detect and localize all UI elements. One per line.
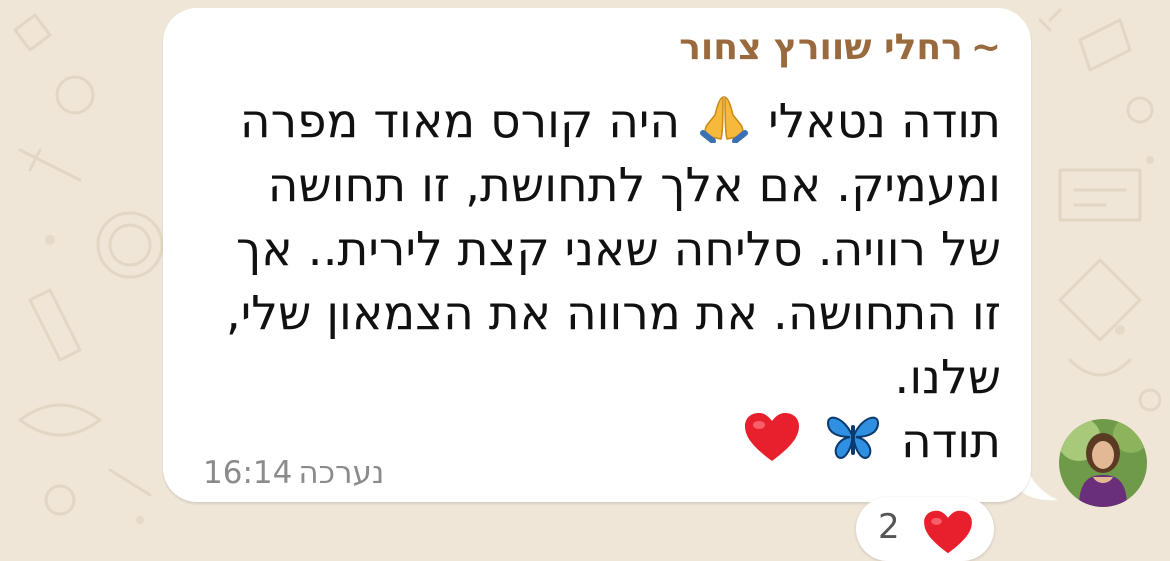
sender-name-row[interactable]: ~רחלי שוורץ צחור <box>679 30 1001 66</box>
message-line-1-text: תודה נטאלי <box>768 94 1001 149</box>
message-line-5: זו התחושה. את מרווה את הצמאון שלי, <box>225 286 1001 341</box>
message-meta: נערכה16:14 <box>203 458 384 489</box>
message-time: 16:14 <box>203 455 293 491</box>
sender-name[interactable]: רחלי שוורץ צחור <box>679 27 963 68</box>
message-text: תודה נטאלי היה קורס מאוד מפרה ומעמיק. אם… <box>201 90 1001 474</box>
message-line-2-text: היה קורס מאוד מפרה <box>239 94 681 149</box>
message-line-4: של רוויה. סליחה שאני קצת לירית.. אך <box>236 222 1001 277</box>
butterfly-emoji-icon <box>826 416 879 459</box>
folded-hands-emoji-icon <box>700 95 749 143</box>
message-line-7-text: תודה <box>900 414 1001 469</box>
sender-prefix: ~ <box>970 27 1001 68</box>
edited-label: נערכה <box>298 455 385 491</box>
reaction-pill[interactable]: 2 <box>856 497 994 561</box>
message-line-3: ומעמיק. אם אלך לתחושת, זו תחושה <box>267 158 1001 213</box>
avatar-photo <box>1059 419 1147 507</box>
message-line-1: תודה נטאלי היה קורס מאוד מפרה <box>201 90 1001 154</box>
message-bubble[interactable]: ~רחלי שוורץ צחור תודה נטאלי היה קורס מאו… <box>163 8 1031 502</box>
red-heart-reaction-icon <box>924 510 972 554</box>
message-line-6: שלנו. <box>894 350 1001 405</box>
sender-avatar[interactable] <box>1059 419 1147 507</box>
red-heart-emoji-icon <box>745 413 800 461</box>
reaction-count: 2 <box>878 507 900 547</box>
